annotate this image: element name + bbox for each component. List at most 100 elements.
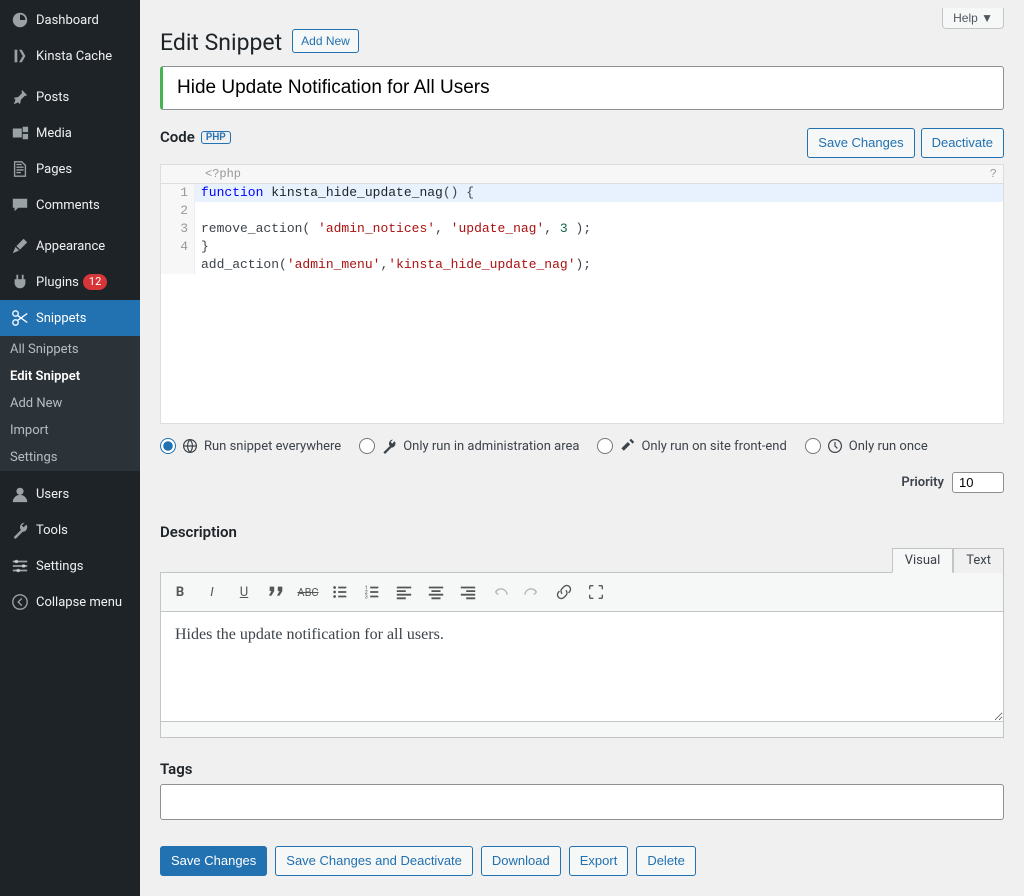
sidebar-item-label: Users <box>36 487 69 502</box>
bullet-list-button[interactable] <box>325 577 355 607</box>
align-center-button[interactable] <box>421 577 451 607</box>
sidebar-submenu: All Snippets Edit Snippet Add New Import… <box>0 336 140 471</box>
description-label: Description <box>160 523 237 541</box>
sub-edit-snippet[interactable]: Edit Snippet <box>0 363 140 390</box>
save-changes-button[interactable]: Save Changes <box>160 846 267 876</box>
sidebar-item-label: Collapse menu <box>36 595 122 610</box>
sidebar-item-dashboard[interactable]: Dashboard <box>0 2 140 38</box>
sub-add-new[interactable]: Add New <box>0 390 140 417</box>
sidebar-item-settings[interactable]: Settings <box>0 548 140 584</box>
delete-button[interactable]: Delete <box>636 846 696 876</box>
save-deactivate-button[interactable]: Save Changes and Deactivate <box>275 846 473 876</box>
sidebar-item-comments[interactable]: Comments <box>0 187 140 223</box>
plug-icon <box>10 272 30 292</box>
scope-front[interactable]: Only run on site front-end <box>597 438 786 454</box>
sidebar-item-collapse[interactable]: Collapse menu <box>0 584 140 620</box>
sidebar-item-label: Settings <box>36 559 83 574</box>
kinsta-icon <box>10 46 30 66</box>
download-button[interactable]: Download <box>481 846 561 876</box>
line-numbers: 1234 <box>161 184 195 274</box>
sidebar-item-label: Plugins <box>36 275 79 290</box>
sidebar-item-plugins[interactable]: Plugins 12 <box>0 264 140 300</box>
media-icon <box>10 123 30 143</box>
sidebar-item-label: Kinsta Cache <box>36 49 112 64</box>
sidebar-item-pages[interactable]: Pages <box>0 151 140 187</box>
scope-label: Run snippet everywhere <box>204 439 341 454</box>
editor-toolbar: B I U ABC 123 <box>160 572 1004 612</box>
sidebar-item-label: Comments <box>36 198 100 213</box>
export-button[interactable]: Export <box>569 846 629 876</box>
scope-admin[interactable]: Only run in administration area <box>359 438 579 454</box>
clock-icon <box>827 438 843 454</box>
brush-icon <box>10 236 30 256</box>
underline-button[interactable]: U <box>229 577 259 607</box>
help-button[interactable]: Help ▼ <box>942 8 1004 29</box>
hammer-icon <box>619 438 635 454</box>
php-open-hint: <?php <box>205 167 241 181</box>
sidebar-item-users[interactable]: Users <box>0 476 140 512</box>
align-left-button[interactable] <box>389 577 419 607</box>
sidebar-item-label: Media <box>36 126 72 141</box>
editor-help-icon[interactable]: ? <box>990 167 997 181</box>
page-title: Edit Snippet <box>160 29 282 56</box>
sub-settings[interactable]: Settings <box>0 444 140 471</box>
sidebar-item-label: Dashboard <box>36 13 99 28</box>
sidebar-item-media[interactable]: Media <box>0 115 140 151</box>
scope-once[interactable]: Only run once <box>805 438 928 454</box>
blockquote-button[interactable] <box>261 577 291 607</box>
dashboard-icon <box>10 10 30 30</box>
scope-front-radio[interactable] <box>597 438 613 454</box>
strikethrough-button[interactable]: ABC <box>293 577 323 607</box>
sidebar-item-appearance[interactable]: Appearance <box>0 228 140 264</box>
php-badge: PHP <box>201 131 231 144</box>
sidebar-item-label: Appearance <box>36 239 105 254</box>
bold-button[interactable]: B <box>165 577 195 607</box>
user-icon <box>10 484 30 504</box>
italic-button[interactable]: I <box>197 577 227 607</box>
sidebar-item-label: Pages <box>36 162 72 177</box>
wrench-icon <box>10 520 30 540</box>
update-badge: 12 <box>83 274 107 290</box>
align-right-button[interactable] <box>453 577 483 607</box>
code-content[interactable]: function kinsta_hide_update_nag() { remo… <box>195 184 1003 274</box>
priority-input[interactable] <box>952 472 1004 493</box>
sidebar-item-kinsta[interactable]: Kinsta Cache <box>0 38 140 74</box>
tab-text[interactable]: Text <box>953 548 1004 573</box>
code-editor[interactable]: <?php? 1234 function kinsta_hide_update_… <box>160 164 1004 424</box>
scope-label: Only run in administration area <box>403 439 579 454</box>
sub-all-snippets[interactable]: All Snippets <box>0 336 140 363</box>
redo-button[interactable] <box>517 577 547 607</box>
scissors-icon <box>10 308 30 328</box>
code-label: Code <box>160 128 195 146</box>
description-input[interactable]: Hides the update notification for all us… <box>160 612 1004 722</box>
link-button[interactable] <box>549 577 579 607</box>
sidebar-item-tools[interactable]: Tools <box>0 512 140 548</box>
tags-input[interactable] <box>160 784 1004 820</box>
sub-import[interactable]: Import <box>0 417 140 444</box>
scope-everywhere[interactable]: Run snippet everywhere <box>160 438 341 454</box>
save-changes-button-top[interactable]: Save Changes <box>807 128 914 158</box>
sidebar-item-label: Snippets <box>36 311 87 326</box>
add-new-button[interactable]: Add New <box>292 29 359 53</box>
comment-icon <box>10 195 30 215</box>
undo-button[interactable] <box>485 577 515 607</box>
scope-everywhere-radio[interactable] <box>160 438 176 454</box>
deactivate-button-top[interactable]: Deactivate <box>921 128 1004 158</box>
sliders-icon <box>10 556 30 576</box>
scope-label: Only run once <box>849 439 928 454</box>
snippet-title-input[interactable] <box>160 66 1004 110</box>
fullscreen-button[interactable] <box>581 577 611 607</box>
number-list-button[interactable]: 123 <box>357 577 387 607</box>
sidebar-item-posts[interactable]: Posts <box>0 79 140 115</box>
sidebar-item-snippets[interactable]: Snippets <box>0 300 140 336</box>
svg-text:3: 3 <box>365 594 368 600</box>
admin-sidebar: Dashboard Kinsta Cache Posts Media Pages… <box>0 0 140 896</box>
pin-icon <box>10 87 30 107</box>
scope-once-radio[interactable] <box>805 438 821 454</box>
priority-label: Priority <box>901 475 944 490</box>
editor-status-bar <box>160 722 1004 738</box>
tab-visual[interactable]: Visual <box>892 548 954 573</box>
scope-admin-radio[interactable] <box>359 438 375 454</box>
wrench-icon <box>381 438 397 454</box>
pages-icon <box>10 159 30 179</box>
